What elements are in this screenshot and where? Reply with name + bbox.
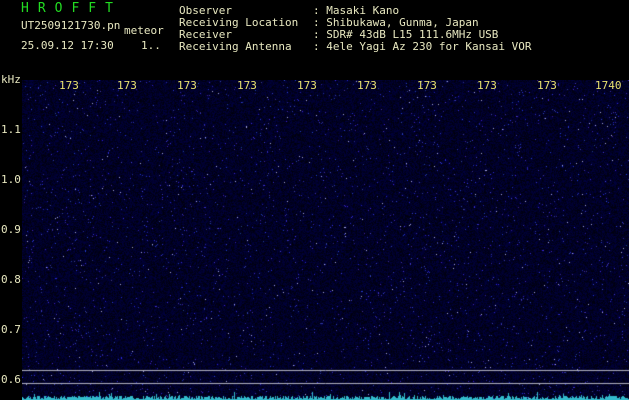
antenna-value: : 4ele Yagi Az 230 for Kansai VOR bbox=[313, 40, 532, 53]
time-tick: 173 bbox=[357, 80, 377, 92]
time-tick: 173 bbox=[117, 80, 137, 92]
mode-label: meteor bbox=[124, 24, 164, 37]
time-tick: 173 bbox=[477, 80, 497, 92]
frequency-tick: 0.9 bbox=[1, 223, 21, 236]
datetime-label: 25.09.12 17:30 bbox=[21, 39, 114, 52]
frequency-tick: 0.7 bbox=[1, 323, 21, 336]
time-tick: 173 bbox=[417, 80, 437, 92]
hrofft-window: HROFFT UT2509121730.pn meteor 25.09.12 1… bbox=[0, 0, 629, 400]
frequency-unit: kHz bbox=[1, 73, 21, 86]
time-tick: 1740 bbox=[595, 80, 622, 92]
time-tick: 173 bbox=[537, 80, 557, 92]
frequency-tick: 0.8 bbox=[1, 273, 21, 286]
antenna-label: Receiving Antenna bbox=[179, 40, 292, 53]
filename-label: UT2509121730.pn bbox=[21, 19, 121, 32]
frequency-tick: 1.1 bbox=[1, 123, 21, 136]
app-title: HROFFT bbox=[21, 1, 122, 16]
time-tick: 173 bbox=[59, 80, 79, 92]
frequency-tick: 0.6 bbox=[1, 373, 21, 386]
spectrogram-display bbox=[22, 80, 629, 400]
time-tick: 173 bbox=[237, 80, 257, 92]
counter-label: 1.. bbox=[141, 39, 161, 52]
frequency-tick: 1.0 bbox=[1, 173, 21, 186]
time-tick: 173 bbox=[297, 80, 317, 92]
time-tick: 173 bbox=[177, 80, 197, 92]
